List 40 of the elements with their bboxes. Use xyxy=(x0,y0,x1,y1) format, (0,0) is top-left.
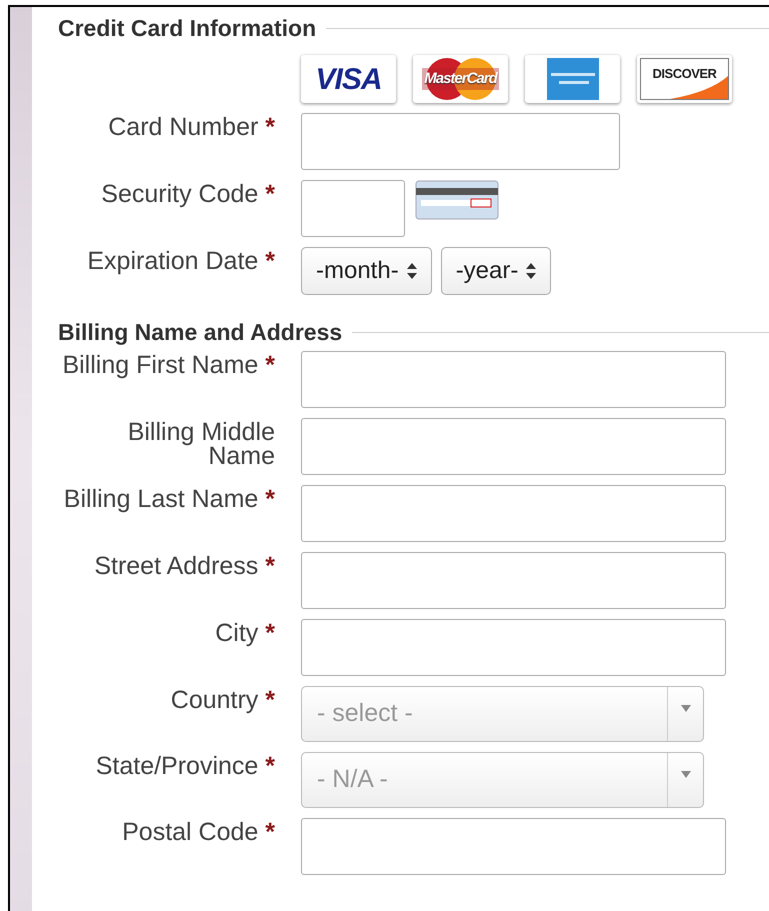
required-marker: * xyxy=(265,686,275,714)
field-label: Billing Middle Name xyxy=(126,418,275,468)
field-label: Card Number * xyxy=(107,113,275,139)
required-marker: * xyxy=(265,180,275,208)
dropdown[interactable]: -month- xyxy=(301,247,432,295)
required-marker: * xyxy=(265,247,275,275)
visa-logo: VISA xyxy=(301,55,396,103)
field-label: City * xyxy=(214,619,275,645)
field-label: Expiration Date * xyxy=(86,247,275,273)
text-input[interactable] xyxy=(301,485,726,542)
text-input[interactable] xyxy=(301,418,726,475)
required-marker: * xyxy=(265,351,275,379)
required-marker: * xyxy=(265,485,275,513)
required-marker: * xyxy=(265,752,275,780)
section-heading: Billing Name and Address xyxy=(58,318,342,347)
card-back-icon xyxy=(415,180,499,220)
dropdown[interactable]: -year- xyxy=(440,247,552,295)
required-marker: * xyxy=(265,113,275,141)
field-label: State/Province * xyxy=(94,752,275,778)
required-marker: * xyxy=(265,818,275,846)
field-label: Postal Code * xyxy=(121,818,275,844)
field-label: Billing First Name * xyxy=(61,351,275,377)
required-marker: * xyxy=(265,552,275,580)
section-heading: Credit Card Information xyxy=(58,14,316,43)
field-label: Billing Last Name * xyxy=(62,485,275,511)
text-input[interactable] xyxy=(301,818,726,875)
text-input[interactable] xyxy=(301,113,620,170)
field-label: Country * xyxy=(170,686,275,712)
required-marker: * xyxy=(265,619,275,647)
text-input[interactable] xyxy=(301,351,726,408)
security-code-input[interactable] xyxy=(301,180,405,237)
up-down-arrows-icon xyxy=(526,263,536,279)
discover-logo: DISCOVER xyxy=(637,55,732,103)
field-label: Street Address * xyxy=(93,552,275,578)
up-down-arrows-icon xyxy=(406,263,417,279)
dropdown-arrow-icon xyxy=(680,771,690,778)
text-input[interactable] xyxy=(301,552,726,609)
dropdown-arrow-icon xyxy=(680,705,690,712)
field-label: Security Code * xyxy=(100,180,275,206)
text-input[interactable] xyxy=(301,619,726,676)
